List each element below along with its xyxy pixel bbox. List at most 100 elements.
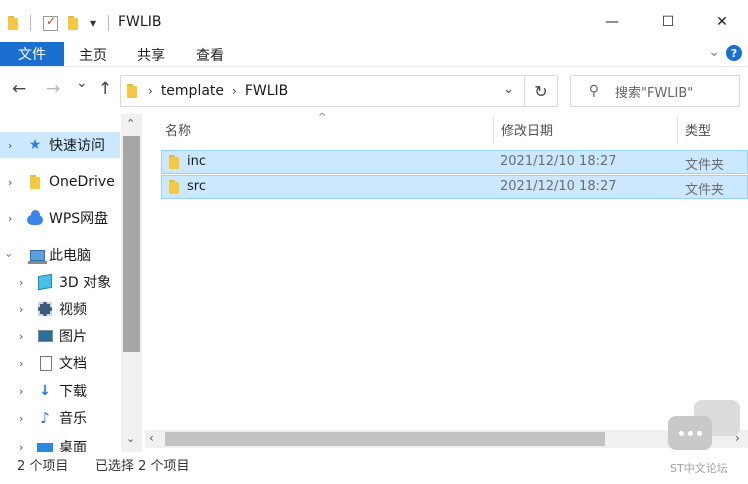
- file-name: inc: [187, 154, 206, 169]
- address-toolbar: ← → ⌄ ↑ › template › FWLIB ⌄ ↻ ⚲ 搜索"FWLI…: [0, 66, 748, 114]
- recent-locations-button[interactable]: ⌄: [76, 75, 88, 91]
- nav-item-pictures[interactable]: › 图片: [0, 323, 120, 349]
- expand-arrow-icon[interactable]: ›: [19, 330, 23, 343]
- breadcrumb-template[interactable]: template: [161, 83, 224, 99]
- status-bar: 2 个项目 已选择 2 个项目: [0, 452, 748, 484]
- nav-item-desktop[interactable]: › 桌面: [0, 434, 120, 452]
- nav-item-videos[interactable]: › 视频: [0, 296, 120, 322]
- maximize-button[interactable]: ☐: [653, 8, 683, 36]
- music-icon: ♪: [40, 409, 50, 427]
- new-folder-icon[interactable]: [68, 14, 81, 32]
- tab-view[interactable]: 查看: [196, 45, 224, 65]
- expand-arrow-icon[interactable]: ›: [19, 412, 23, 425]
- quick-access-star-icon: ★: [28, 137, 42, 153]
- nav-item-documents[interactable]: › 文档: [0, 350, 120, 376]
- up-button[interactable]: ↑: [98, 79, 112, 99]
- scroll-down-icon[interactable]: ⌄: [126, 432, 135, 445]
- column-header-modified[interactable]: 修改日期: [495, 114, 675, 144]
- file-name: src: [187, 179, 206, 194]
- file-type: 文件夹: [685, 183, 725, 198]
- title-separator: [30, 15, 31, 31]
- nav-item-onedrive[interactable]: › OneDrive: [0, 169, 120, 195]
- nav-pane-scrollbar[interactable]: ⌄ ⌄: [121, 114, 142, 452]
- nav-item-downloads[interactable]: › ↓ 下载: [0, 378, 120, 404]
- expand-arrow-icon[interactable]: ›: [19, 303, 23, 316]
- title-separator: [108, 15, 109, 31]
- navigation-pane: › ★ 快速访问 › OneDrive › WPS网盘 › 此电脑 › 3D 对…: [0, 114, 142, 452]
- file-modified: 2021/12/10 18:27: [500, 154, 617, 169]
- expand-arrow-icon[interactable]: ›: [19, 276, 23, 289]
- folder-icon: [169, 155, 182, 169]
- tab-share[interactable]: 共享: [137, 45, 165, 65]
- nav-pane-scroll-thumb[interactable]: [123, 136, 140, 352]
- search-icon: ⚲: [588, 83, 599, 99]
- cloud-icon: [27, 210, 43, 228]
- address-bar[interactable]: › template › FWLIB ⌄: [120, 75, 525, 107]
- refresh-button[interactable]: ↻: [525, 75, 558, 107]
- videos-icon: [37, 301, 53, 317]
- column-header-name[interactable]: 名称: [159, 114, 493, 144]
- expand-arrow-icon[interactable]: ›: [19, 357, 23, 370]
- nav-item-label: 文档: [59, 356, 87, 372]
- window-title: FWLIB: [118, 14, 162, 30]
- file-row-inc[interactable]: inc 2021/12/10 18:27 文件夹: [161, 150, 748, 174]
- address-dropdown-icon[interactable]: ⌄: [503, 82, 514, 97]
- nav-item-label: 视频: [59, 302, 87, 318]
- forward-button[interactable]: →: [46, 79, 60, 99]
- column-header-type[interactable]: 类型: [679, 114, 748, 144]
- breadcrumb-separator-icon[interactable]: ›: [232, 84, 237, 98]
- ribbon-tabs: 文件 主页 共享 查看 ⌄ ?: [0, 42, 748, 66]
- watermark-text: ST中文论坛: [670, 462, 728, 475]
- collapse-arrow-icon[interactable]: ›: [3, 253, 16, 257]
- file-row-src[interactable]: src 2021/12/10 18:27 文件夹: [161, 175, 748, 199]
- scroll-left-icon[interactable]: ‹: [149, 431, 154, 445]
- horizontal-scroll-thumb[interactable]: [165, 432, 605, 446]
- nav-item-this-pc[interactable]: › 此电脑: [0, 242, 120, 268]
- watermark: ST中文论坛: [668, 400, 744, 480]
- tab-file[interactable]: 文件: [0, 42, 64, 66]
- properties-check-icon[interactable]: [43, 14, 58, 32]
- scroll-up-icon[interactable]: ⌄: [126, 116, 135, 129]
- nav-item-label: 此电脑: [49, 248, 91, 264]
- expand-arrow-icon[interactable]: ›: [19, 441, 23, 453]
- expand-arrow-icon[interactable]: ›: [8, 176, 12, 189]
- back-button[interactable]: ←: [12, 79, 26, 99]
- tab-home[interactable]: 主页: [79, 45, 107, 65]
- nav-item-wps-drive[interactable]: › WPS网盘: [0, 205, 120, 231]
- expand-arrow-icon[interactable]: ›: [19, 385, 23, 398]
- nav-item-3d-objects[interactable]: › 3D 对象: [0, 269, 120, 295]
- title-bar: ▾ FWLIB — ☐ ✕: [0, 0, 748, 42]
- breadcrumb-separator-icon[interactable]: ›: [148, 84, 153, 98]
- pictures-icon: [37, 328, 53, 344]
- onedrive-folder-icon: [28, 174, 44, 190]
- folder-icon: [169, 180, 182, 194]
- nav-item-label: 快速访问: [49, 138, 105, 154]
- nav-item-label: 音乐: [59, 411, 87, 427]
- minimize-button[interactable]: —: [597, 8, 627, 36]
- nav-item-label: OneDrive: [49, 174, 115, 190]
- expand-arrow-icon[interactable]: ›: [8, 139, 12, 152]
- chevron-down-icon[interactable]: ⌄: [708, 44, 720, 60]
- help-icon[interactable]: ?: [726, 45, 742, 61]
- nav-item-music[interactable]: › ♪ 音乐: [0, 405, 120, 431]
- quick-access-dropdown-icon[interactable]: ▾: [90, 14, 96, 32]
- file-list: ^ 名称 修改日期 类型 inc 2021/12/10 18:27 文件夹 sr…: [145, 112, 748, 452]
- breadcrumb-fwlib[interactable]: FWLIB: [245, 83, 288, 99]
- search-box[interactable]: ⚲ 搜索"FWLIB": [570, 75, 740, 107]
- desktop-icon: [37, 440, 53, 452]
- chat-bubble-dots-icon: [668, 416, 712, 450]
- nav-item-quick-access[interactable]: › ★ 快速访问: [0, 132, 120, 158]
- nav-item-label: 桌面: [59, 440, 87, 452]
- column-header-label: 修改日期: [501, 123, 554, 139]
- status-selection: 已选择 2 个项目: [95, 459, 190, 474]
- nav-item-label: 图片: [59, 329, 87, 345]
- file-list-horizontal-scrollbar[interactable]: ‹ ›: [145, 430, 748, 448]
- expand-arrow-icon[interactable]: ›: [8, 212, 12, 225]
- column-divider[interactable]: [493, 114, 494, 144]
- search-input[interactable]: 搜索"FWLIB": [615, 82, 693, 101]
- column-divider[interactable]: [677, 114, 678, 144]
- nav-item-label: 3D 对象: [59, 275, 112, 291]
- computer-icon: [27, 247, 47, 264]
- close-button[interactable]: ✕: [707, 8, 737, 36]
- documents-icon: [38, 355, 54, 371]
